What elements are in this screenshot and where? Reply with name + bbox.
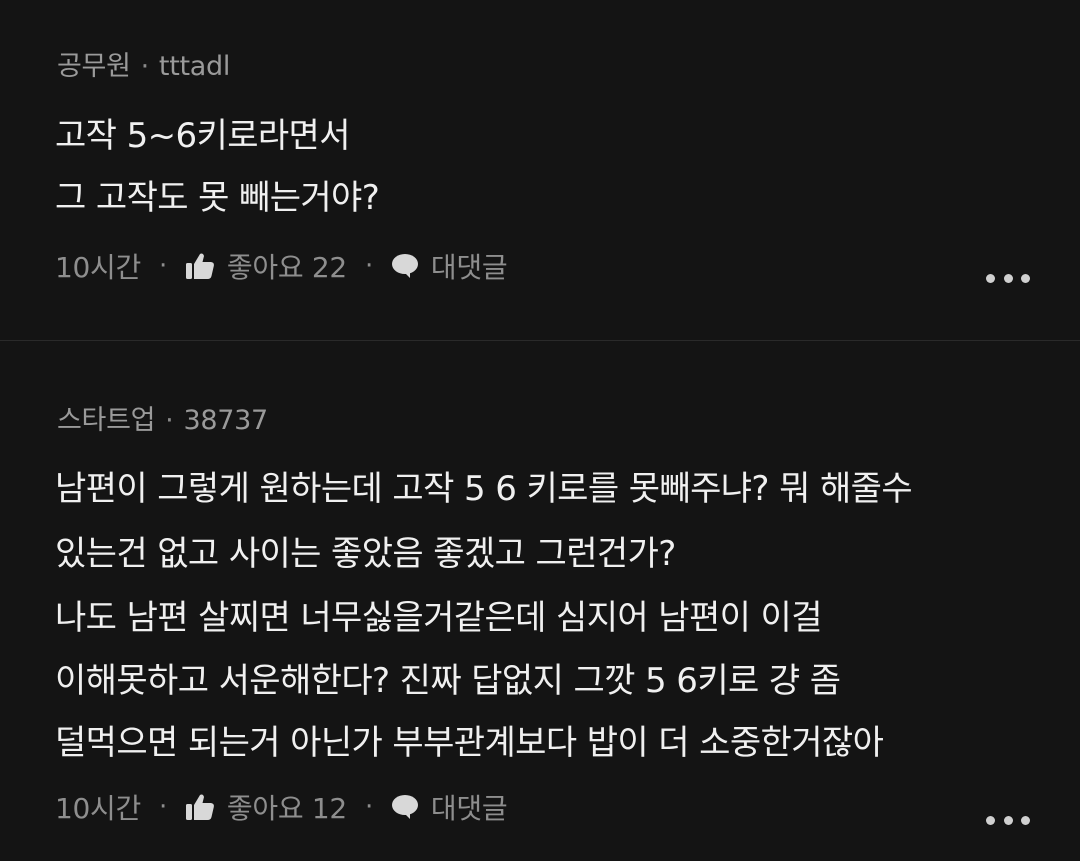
meta-separator: ·: [364, 251, 373, 281]
author-username: tttadl: [158, 51, 231, 82]
author-nickname: 공무원: [57, 51, 131, 82]
comment-text-line: 그 고작도 못 빼는거야?: [55, 178, 380, 218]
meta-separator: ·: [158, 792, 167, 822]
meta-separator: ·: [364, 792, 373, 822]
comment-text-line: 나도 남편 살찌면 너무싫을거같은데 심지어 남편이 이걸: [55, 598, 822, 638]
comment-text-line: 있는건 없고 사이는 좋았음 좋겠고 그런건가?: [55, 534, 676, 574]
more-dots-icon: [986, 815, 995, 825]
more-options-button[interactable]: [986, 268, 1030, 288]
comment-text-line: 남편이 그렇게 원하는데 고작 5 6 키로를 못빼주냐? 뭐 해줄수: [55, 469, 913, 509]
reply-label: 대댓글: [430, 792, 508, 825]
author-separator: ·: [165, 405, 174, 436]
comment-text-line: 덜먹으면 되는거 아닌가 부부관계보다 밥이 더 소중한거잖아: [55, 723, 884, 763]
like-count: 좋아요 22: [226, 251, 347, 284]
comment-item: 공무원 · tttadl 고작 5~6키로라면서 그 고작도 못 빼는거야? 10시…: [0, 0, 1080, 340]
like-button[interactable]: 좋아요 22: [185, 246, 347, 286]
comment-item: 스타트업 · 38737 남편이 그렇게 원하는데 고작 5 6 키로를 못빼주냐?…: [0, 341, 1080, 861]
author-nickname: 스타트업: [57, 405, 156, 436]
reply-button[interactable]: 대댓글: [391, 787, 508, 827]
more-dots-icon: [1021, 815, 1030, 825]
speech-bubble-icon: [391, 254, 418, 278]
reply-button[interactable]: 대댓글: [391, 246, 508, 286]
comment-text-line: 이해못하고 서운해한다? 진짜 답없지 그깟 5 6키로 걍 좀: [55, 661, 841, 701]
more-options-button[interactable]: [986, 810, 1030, 830]
thumbs-up-icon: [185, 253, 214, 279]
more-dots-icon: [1021, 273, 1030, 283]
more-dots-icon: [1003, 273, 1013, 283]
like-count: 좋아요 12: [226, 792, 347, 825]
comment-meta: 10시간 · 좋아요 12 · 대댓글: [55, 787, 508, 827]
like-button[interactable]: 좋아요 12: [185, 787, 347, 827]
thumbs-up-icon: [185, 794, 214, 820]
more-dots-icon: [1003, 815, 1013, 825]
more-dots-icon: [986, 273, 995, 283]
meta-separator: ·: [158, 251, 167, 281]
comment-author[interactable]: 공무원 · tttadl: [57, 44, 230, 83]
author-separator: ·: [140, 51, 150, 82]
comment-time: 10시간: [55, 792, 141, 825]
speech-bubble-icon: [391, 795, 418, 819]
reply-label: 대댓글: [430, 251, 508, 284]
comment-time: 10시간: [55, 251, 141, 284]
comment-meta: 10시간 · 좋아요 22 · 대댓글: [55, 246, 508, 286]
author-username: 38737: [183, 405, 268, 436]
comment-author[interactable]: 스타트업 · 38737: [57, 398, 268, 437]
comment-text-line: 고작 5~6키로라면서: [55, 116, 351, 156]
